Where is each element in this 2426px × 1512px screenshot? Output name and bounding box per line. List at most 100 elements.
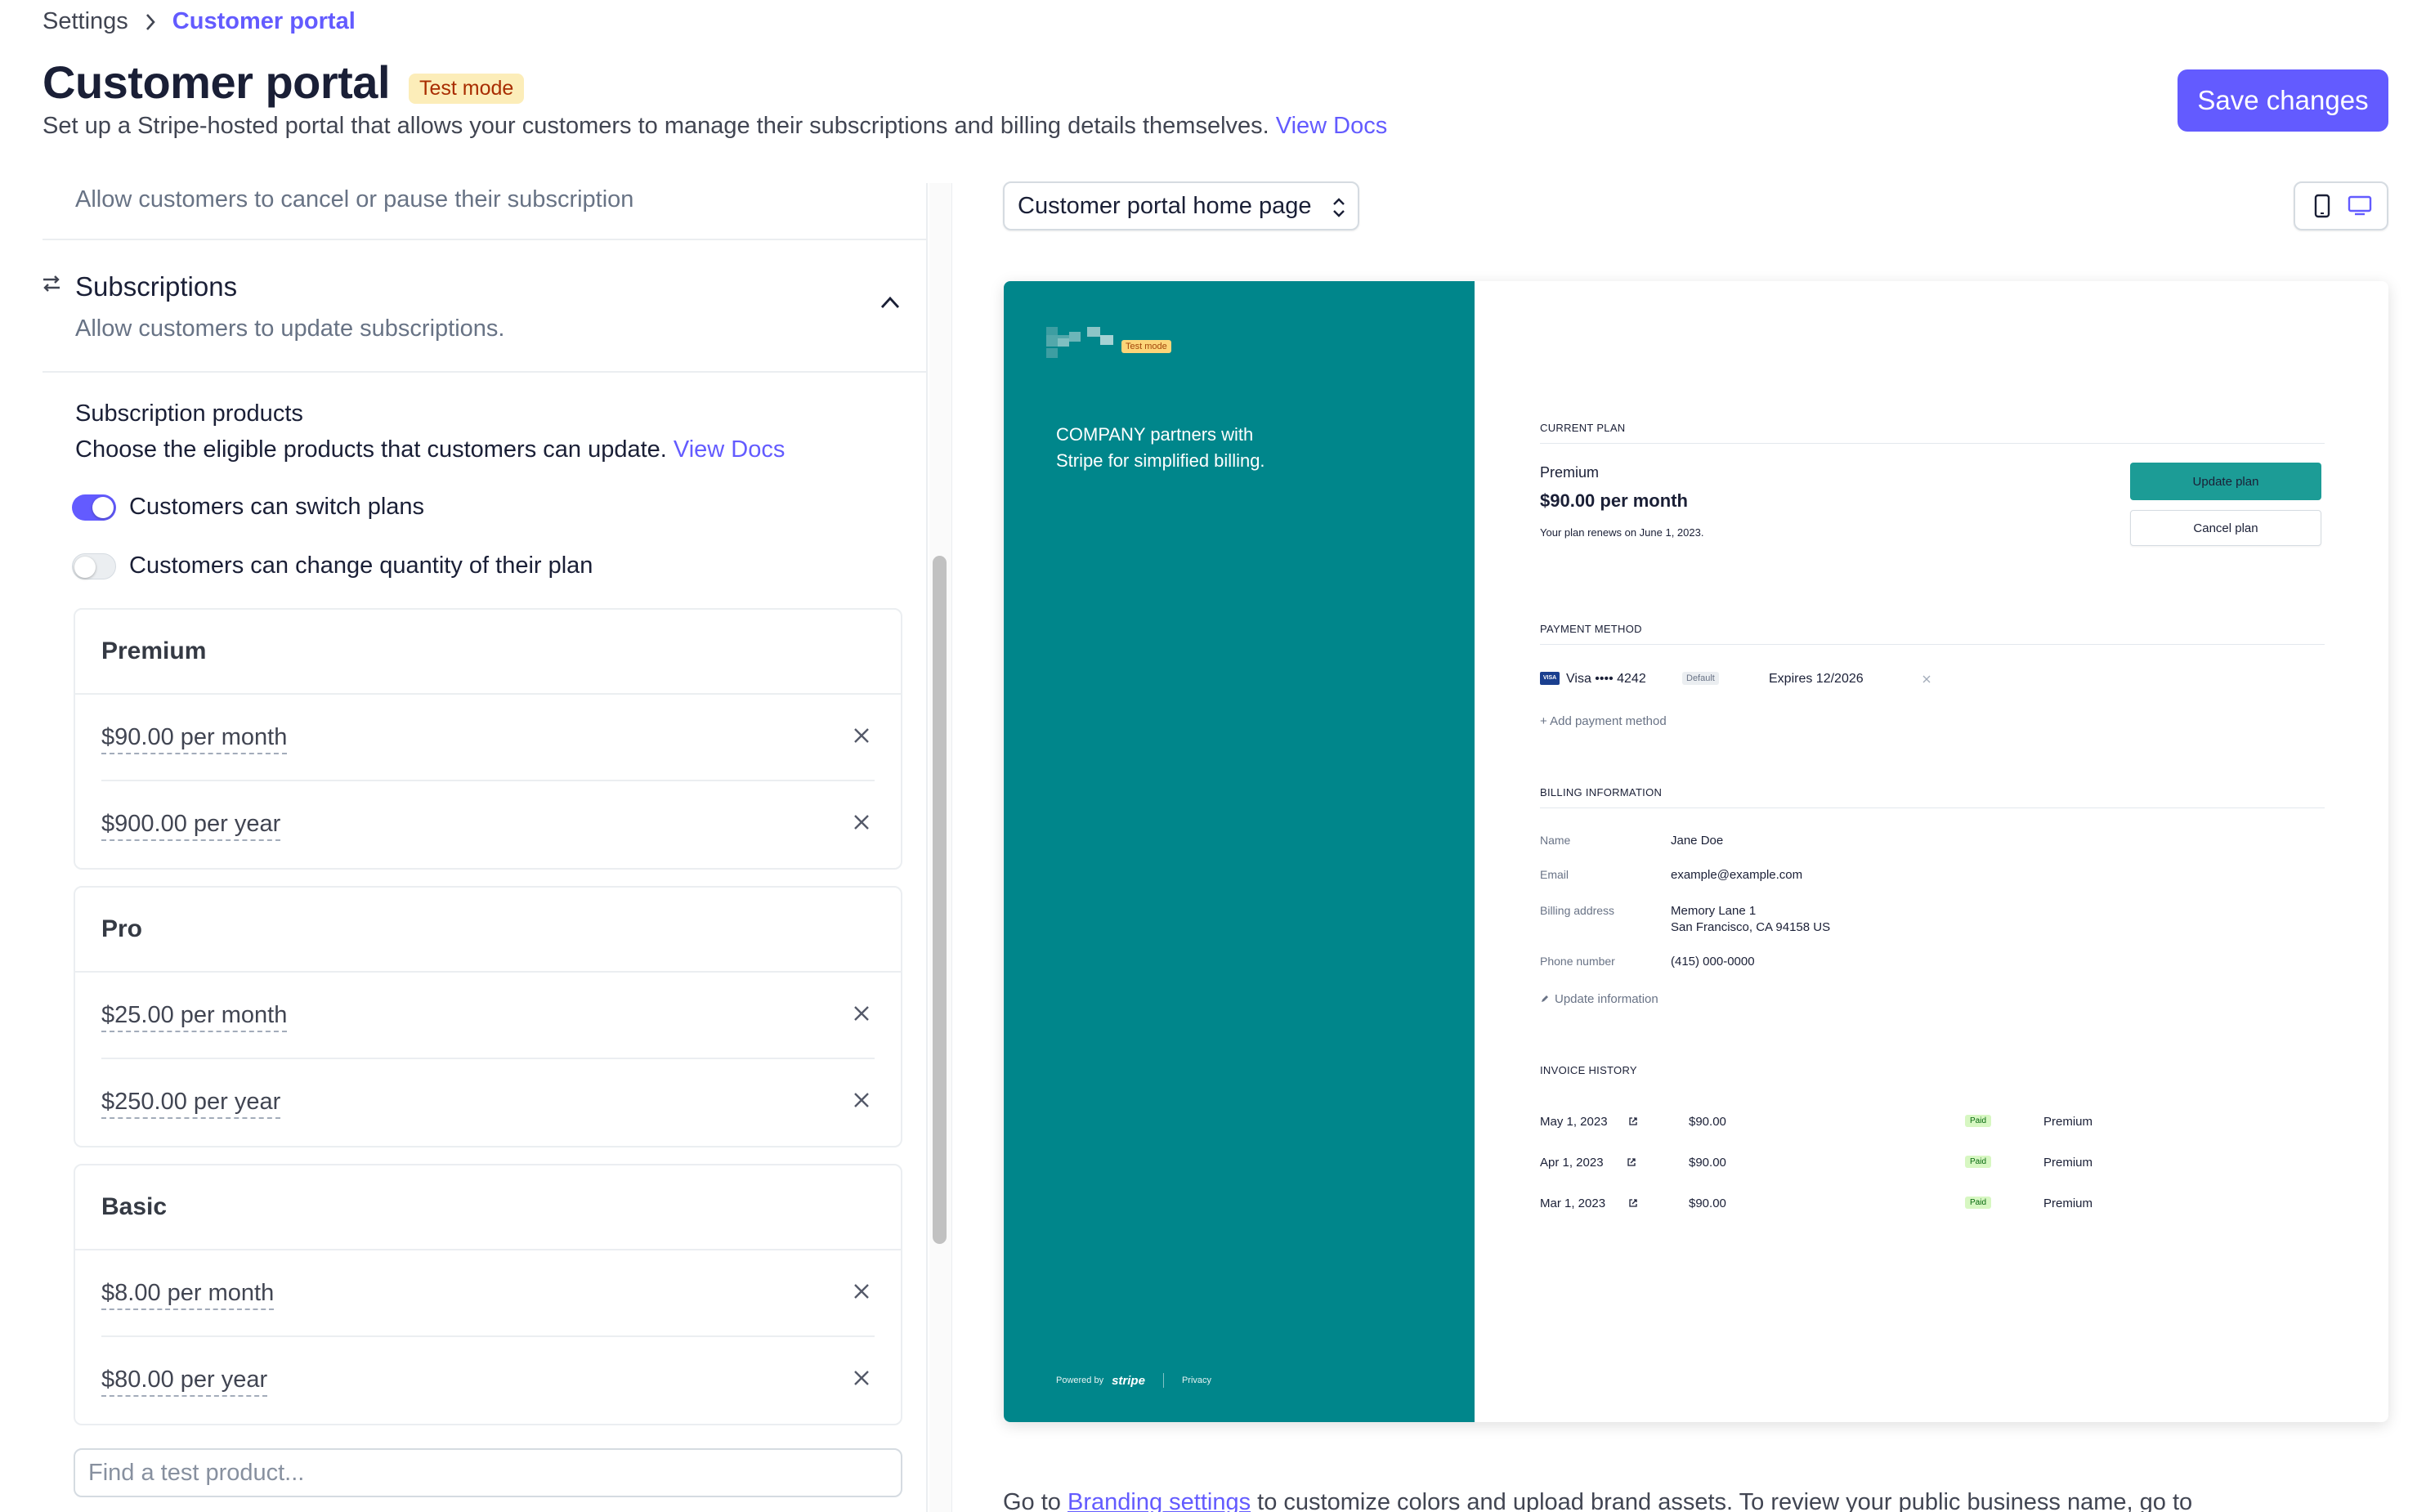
card-expiry: Expires 12/2026 <box>1769 672 1864 686</box>
billing-info-label: BILLING INFORMATION <box>1540 786 1663 798</box>
breadcrumb: Settings Customer portal <box>43 8 356 35</box>
paid-badge: Paid <box>1965 1156 1992 1168</box>
billing-value: Memory Lane 1 <box>1671 904 1757 918</box>
preview-tagline: COMPANY partners with Stripe for simplif… <box>1056 424 1265 471</box>
stripe-logo: stripe <box>1112 1373 1145 1388</box>
billing-value-line2: San Francisco, CA 94158 US <box>1671 920 1831 934</box>
invoice-plan: Premium <box>2043 1115 2093 1129</box>
paid-badge: Paid <box>1965 1197 1992 1209</box>
external-link-icon[interactable] <box>1627 1157 1636 1167</box>
change-quantity-toggle[interactable] <box>72 552 116 579</box>
switch-plans-label: Customers can switch plans <box>129 494 425 520</box>
close-icon[interactable] <box>852 1004 871 1023</box>
product-card-basic: Basic $8.00 per month $80.00 per year <box>74 1164 902 1425</box>
arrows-swap-icon <box>43 275 60 292</box>
payment-method-label: PAYMENT METHOD <box>1540 623 1642 635</box>
price-item[interactable]: $900.00 per year <box>101 811 281 841</box>
portal-page-select-value: Customer portal home page <box>1018 192 1312 219</box>
powered-by-text: Powered by <box>1056 1376 1104 1385</box>
billing-value: (415) 000-0000 <box>1671 955 1755 968</box>
invoice-date[interactable]: Mar 1, 2023 <box>1540 1197 1605 1210</box>
update-plan-button[interactable]: Update plan <box>2130 463 2321 500</box>
billing-key: Name <box>1540 834 1571 847</box>
chevron-up-icon[interactable] <box>879 294 902 311</box>
preview-test-mode-badge: Test mode <box>1121 340 1171 353</box>
subscriptions-section-title[interactable]: Subscriptions <box>75 271 237 302</box>
cancellations-desc: Allow customers to cancel or pause their… <box>75 186 634 212</box>
price-item[interactable]: $8.00 per month <box>101 1280 275 1310</box>
price-item[interactable]: $25.00 per month <box>101 1002 288 1032</box>
close-icon[interactable] <box>852 812 871 832</box>
chevron-up-down-icon <box>1333 198 1345 217</box>
mobile-icon <box>2314 194 2330 218</box>
subscriptions-section-desc: Allow customers to update subscriptions. <box>75 315 505 342</box>
breadcrumb-current: Customer portal <box>172 8 356 34</box>
plan-name: Premium <box>1540 464 1600 481</box>
company-logo-icon <box>1046 327 1113 358</box>
billing-value: Jane Doe <box>1671 834 1724 848</box>
switch-plans-row[interactable]: Customers can switch plans <box>72 494 424 521</box>
privacy-link[interactable]: Privacy <box>1182 1376 1211 1385</box>
branding-settings-link[interactable]: Branding settings <box>1068 1489 1251 1512</box>
close-icon[interactable] <box>852 1282 871 1301</box>
device-toggle <box>2294 181 2388 230</box>
billing-key: Phone number <box>1540 955 1615 968</box>
save-changes-button[interactable]: Save changes <box>2178 69 2388 132</box>
subscription-products-desc: Choose the eligible products that custom… <box>75 436 785 463</box>
bottom-prefix: Go to <box>1003 1489 1061 1512</box>
desktop-view-button[interactable] <box>2346 192 2374 220</box>
view-docs-link[interactable]: View Docs <box>1276 113 1387 139</box>
bottom-suffix: to customize colors and upload brand ass… <box>1257 1489 2193 1512</box>
preview-content: CURRENT PLAN Premium $90.00 per month Yo… <box>1475 281 2388 1422</box>
divider <box>43 239 926 240</box>
close-icon[interactable] <box>852 1368 871 1388</box>
invoice-amount: $90.00 <box>1689 1115 1726 1129</box>
portal-preview: Test mode COMPANY partners with Stripe f… <box>1004 281 2388 1422</box>
invoice-amount: $90.00 <box>1689 1197 1726 1210</box>
default-badge: Default <box>1682 672 1719 685</box>
test-mode-badge: Test mode <box>409 74 525 104</box>
page-title: Customer portal <box>43 56 391 108</box>
product-card-pro: Pro $25.00 per month $250.00 per year <box>74 886 902 1147</box>
invoice-amount: $90.00 <box>1689 1156 1726 1170</box>
breadcrumb-settings-link[interactable]: Settings <box>43 8 128 35</box>
current-plan-label: CURRENT PLAN <box>1540 422 1626 434</box>
price-item[interactable]: $250.00 per year <box>101 1089 281 1119</box>
invoice-date[interactable]: May 1, 2023 <box>1540 1115 1608 1129</box>
billing-key: Billing address <box>1540 904 1615 917</box>
settings-panel: Allow customers to cancel or pause their… <box>0 183 928 1512</box>
invoice-history-label: INVOICE HISTORY <box>1540 1064 1637 1076</box>
billing-key: Email <box>1540 868 1569 881</box>
desktop-icon <box>2348 195 2372 216</box>
invoice-date[interactable]: Apr 1, 2023 <box>1540 1156 1604 1170</box>
invoice-plan: Premium <box>2043 1197 2093 1210</box>
card-number: Visa •••• 4242 <box>1566 672 1646 686</box>
portal-page-select[interactable]: Customer portal home page <box>1003 181 1359 230</box>
external-link-icon[interactable] <box>1628 1116 1638 1126</box>
add-payment-method-link[interactable]: + Add payment method <box>1540 714 1667 728</box>
product-name: Basic <box>101 1193 168 1220</box>
close-icon[interactable] <box>852 1090 871 1110</box>
plan-price: $90.00 per month <box>1540 490 1688 511</box>
billing-value: example@example.com <box>1671 868 1803 882</box>
price-item[interactable]: $80.00 per year <box>101 1367 268 1397</box>
chevron-right-icon <box>145 13 155 30</box>
visa-card-icon: VISA <box>1540 672 1560 685</box>
product-name: Premium <box>101 637 207 664</box>
mobile-view-button[interactable] <box>2308 192 2336 220</box>
scrollbar-thumb[interactable] <box>933 556 947 1244</box>
pencil-icon <box>1542 995 1548 1002</box>
subscription-products-title: Subscription products <box>75 400 303 427</box>
update-information-link[interactable]: Update information <box>1555 992 1658 1006</box>
change-quantity-row[interactable]: Customers can change quantity of their p… <box>72 552 593 579</box>
price-item[interactable]: $90.00 per month <box>101 724 288 754</box>
close-icon[interactable] <box>852 726 871 745</box>
close-icon[interactable] <box>1922 675 1931 683</box>
products-view-docs-link[interactable]: View Docs <box>674 436 785 463</box>
find-product-input[interactable] <box>74 1448 902 1497</box>
switch-plans-toggle[interactable] <box>72 494 116 521</box>
external-link-icon[interactable] <box>1628 1198 1638 1208</box>
cancel-plan-button[interactable]: Cancel plan <box>2130 510 2321 546</box>
preview-footer: Powered by stripe Privacy <box>1056 1373 1211 1388</box>
products-desc-text: Choose the eligible products that custom… <box>75 436 667 463</box>
